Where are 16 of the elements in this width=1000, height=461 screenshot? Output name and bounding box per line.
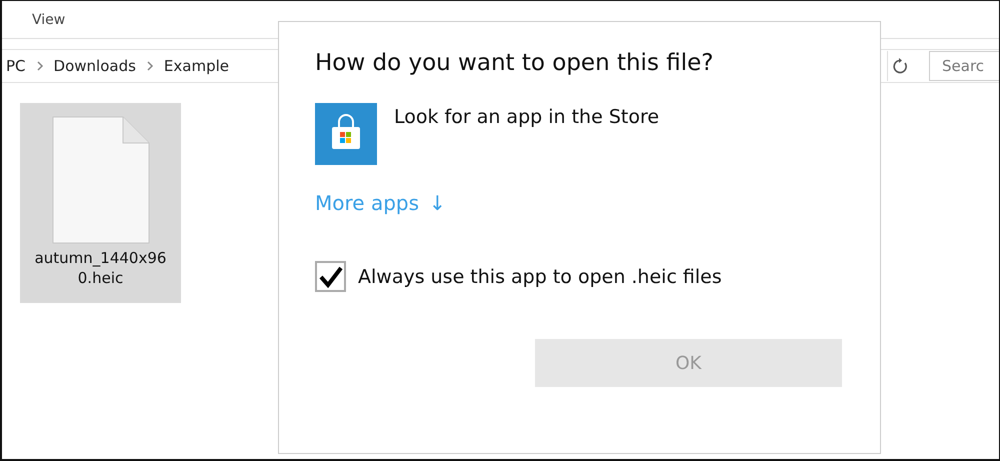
- chevron-icon: [36, 61, 44, 71]
- dialog-title: How do you want to open this file?: [315, 50, 714, 76]
- chevron-icon: [146, 61, 154, 71]
- menu-item[interactable]: View: [32, 12, 66, 28]
- store-bag-icon[interactable]: [315, 103, 377, 165]
- checkbox-label: Always use this app to open .heic files: [358, 266, 722, 288]
- breadcrumb-item[interactable]: PC: [6, 57, 26, 75]
- breadcrumb-item[interactable]: Downloads: [54, 57, 136, 75]
- search-field[interactable]: Searc: [929, 51, 999, 81]
- refresh-icon: [892, 57, 908, 75]
- file-name: autumn_1440x960.heic: [34, 249, 168, 288]
- file-item[interactable]: autumn_1440x960.heic: [20, 103, 181, 303]
- breadcrumb-item[interactable]: Example: [164, 57, 229, 75]
- app-name[interactable]: Look for an app in the Store: [394, 106, 660, 128]
- document-icon: [50, 115, 150, 245]
- checkbox[interactable]: [315, 261, 346, 292]
